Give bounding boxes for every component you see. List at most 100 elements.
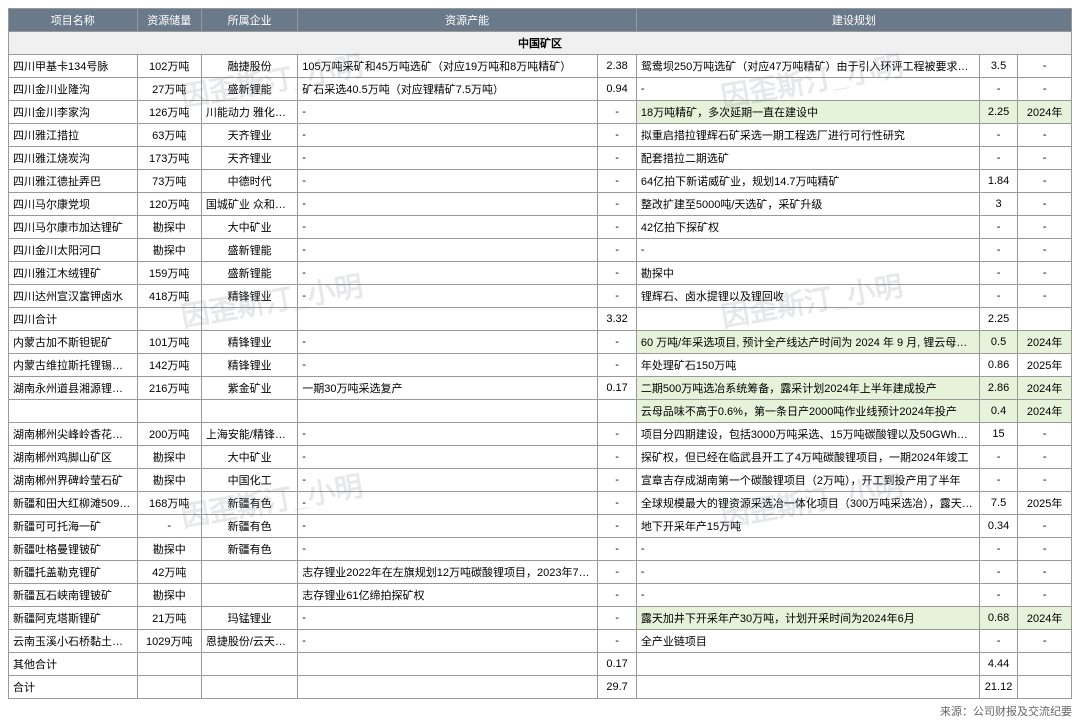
cell-company: 中国化工: [201, 469, 297, 492]
cell-plan: 42亿拍下探矿权: [636, 216, 979, 239]
h-capacity: 资源产能: [298, 9, 637, 32]
cell-yr: -: [1018, 147, 1072, 170]
cell-yr: -: [1018, 515, 1072, 538]
cell-name: 四川雅江德扯弄巴: [9, 170, 138, 193]
cell-yr: -: [1018, 584, 1072, 607]
cell-company: [201, 400, 297, 423]
table-row: 云南玉溪小石桥黏土型锂矿1029万吨恩捷股份/云天化/亿纬锂能/华友钴业--全产…: [9, 630, 1072, 653]
cell-n2: 21.12: [979, 676, 1018, 699]
cell-company: 川能动力 雅化集团: [201, 101, 297, 124]
cell-n2: -: [979, 216, 1018, 239]
cell-name: 新疆可可托海一矿: [9, 515, 138, 538]
cell-company: 大中矿业: [201, 216, 297, 239]
cell-n1: -: [598, 331, 637, 354]
cell-reserve: 勘探中: [137, 239, 201, 262]
cell-company: 上海安能/精锋锂业: [201, 423, 297, 446]
cell-capacity: -: [298, 492, 598, 515]
cell-n2: -: [979, 584, 1018, 607]
table-row: 新疆阿克塔斯锂矿21万吨玛锰锂业--露天加井下开采年产30万吨，计划开采时间为2…: [9, 607, 1072, 630]
cell-capacity: -: [298, 124, 598, 147]
table-row: 湖南永州道县湘源锂多金属矿216万吨紫金矿业一期30万吨采选复产0.17二期50…: [9, 377, 1072, 400]
cell-company: 精锋锂业: [201, 331, 297, 354]
cell-n2: 2.25: [979, 308, 1018, 331]
cell-yr: 2024年: [1018, 377, 1072, 400]
cell-n1: -: [598, 561, 637, 584]
cell-plan: 年处理矿石150万吨: [636, 354, 979, 377]
cell-reserve: 168万吨: [137, 492, 201, 515]
cell-name: 四川马尔康党坝: [9, 193, 138, 216]
cell-plan: 探矿权，但已经在临武县开工了4万吨碳酸锂项目，一期2024年竣工: [636, 446, 979, 469]
cell-yr: -: [1018, 78, 1072, 101]
cell-plan: 全球规模最大的锂资源采选冶一体化项目（300万吨采选冶），露天开采接续转地下，一…: [636, 492, 979, 515]
cell-capacity: -: [298, 262, 598, 285]
cell-reserve: [137, 676, 201, 699]
cell-n1: 0.17: [598, 653, 637, 676]
table-row: 四川甲基卡134号脉102万吨融捷股份105万吨采矿和45万吨选矿（对应19万吨…: [9, 55, 1072, 78]
cell-n2: 4.44: [979, 653, 1018, 676]
cell-yr: -: [1018, 124, 1072, 147]
cell-company: 天齐锂业: [201, 124, 297, 147]
cell-company: 盛新锂能: [201, 262, 297, 285]
cell-capacity: -: [298, 515, 598, 538]
h-name: 项目名称: [9, 9, 138, 32]
cell-capacity: -: [298, 285, 598, 308]
cell-plan: 二期500万吨选冶系统筹备，露采计划2024年上半年建成投产: [636, 377, 979, 400]
table-row: 湖南郴州界碑岭莹石矿勘探中中国化工--宣章吉存成湖南第一个碳酸锂项目（2万吨），…: [9, 469, 1072, 492]
cell-reserve: 159万吨: [137, 262, 201, 285]
cell-reserve: [137, 400, 201, 423]
cell-reserve: 173万吨: [137, 147, 201, 170]
cell-name: 湖南郴州界碑岭莹石矿: [9, 469, 138, 492]
cell-name: 四川金川太阳河口: [9, 239, 138, 262]
cell-yr: -: [1018, 538, 1072, 561]
h-reserve: 资源储量: [137, 9, 201, 32]
table-row: 四川雅江烧炭沟173万吨天齐锂业--配套措拉二期选矿--: [9, 147, 1072, 170]
cell-capacity: 志存锂业2022年在左旗规划12万吨碳酸锂项目，2023年7月一期6万吨生产线投…: [298, 561, 598, 584]
cell-yr: -: [1018, 262, 1072, 285]
cell-name: 四川合计: [9, 308, 138, 331]
cell-company: 盛新锂能: [201, 239, 297, 262]
cell-capacity: -: [298, 354, 598, 377]
cell-plan: 鸳鸯坝250万吨选矿（对应47万吨精矿）由于引入环评工程被要求改址，目前选址尚未…: [636, 55, 979, 78]
cell-plan: -: [636, 538, 979, 561]
cell-company: 精锋锂业: [201, 285, 297, 308]
table-row: 新疆托盖勒克锂矿42万吨志存锂业2022年在左旗规划12万吨碳酸锂项目，2023…: [9, 561, 1072, 584]
cell-capacity: 矿石采选40.5万吨（对应锂精矿7.5万吨）: [298, 78, 598, 101]
cell-reserve: 27万吨: [137, 78, 201, 101]
cell-reserve: 126万吨: [137, 101, 201, 124]
cell-yr: 2024年: [1018, 331, 1072, 354]
cell-capacity: [298, 676, 598, 699]
cell-reserve: 120万吨: [137, 193, 201, 216]
cell-n2: 2.86: [979, 377, 1018, 400]
table-row: 四川达州宣汉富钾卤水418万吨精锋锂业--锂辉石、卤水提锂以及锂回收--: [9, 285, 1072, 308]
header-row: 项目名称 资源储量 所属企业 资源产能 建设规划: [9, 9, 1072, 32]
cell-plan: -: [636, 561, 979, 584]
cell-n2: -: [979, 538, 1018, 561]
cell-yr: -: [1018, 423, 1072, 446]
cell-n2: 15: [979, 423, 1018, 446]
cell-name: 内蒙古维拉斯托锂锡多金属矿: [9, 354, 138, 377]
cell-capacity: 一期30万吨采选复产: [298, 377, 598, 400]
cell-n2: -: [979, 469, 1018, 492]
cell-yr: -: [1018, 170, 1072, 193]
cell-company: 大中矿业: [201, 446, 297, 469]
cell-n1: 0.94: [598, 78, 637, 101]
cell-reserve: [137, 653, 201, 676]
section-title: 中国矿区: [9, 32, 1072, 55]
cell-company: 新疆有色: [201, 515, 297, 538]
cell-capacity: 105万吨采矿和45万吨选矿（对应19万吨和8万吨精矿）: [298, 55, 598, 78]
cell-yr: 2025年: [1018, 354, 1072, 377]
cell-company: 天齐锂业: [201, 147, 297, 170]
data-table: 项目名称 资源储量 所属企业 资源产能 建设规划 中国矿区 四川甲基卡134号脉…: [8, 8, 1072, 699]
cell-n1: 3.32: [598, 308, 637, 331]
cell-n1: -: [598, 147, 637, 170]
cell-company: 玛锰锂业: [201, 607, 297, 630]
cell-n2: 0.5: [979, 331, 1018, 354]
cell-company: [201, 676, 297, 699]
cell-n1: -: [598, 423, 637, 446]
cell-name: 四川雅江烧炭沟: [9, 147, 138, 170]
cell-capacity: -: [298, 101, 598, 124]
cell-yr: [1018, 653, 1072, 676]
table-row: 四川雅江德扯弄巴73万吨中德时代--64亿拍下新诺威矿业，规划14.7万吨精矿1…: [9, 170, 1072, 193]
cell-n2: 3: [979, 193, 1018, 216]
cell-capacity: 志存锂业61亿缔拍探矿权: [298, 584, 598, 607]
